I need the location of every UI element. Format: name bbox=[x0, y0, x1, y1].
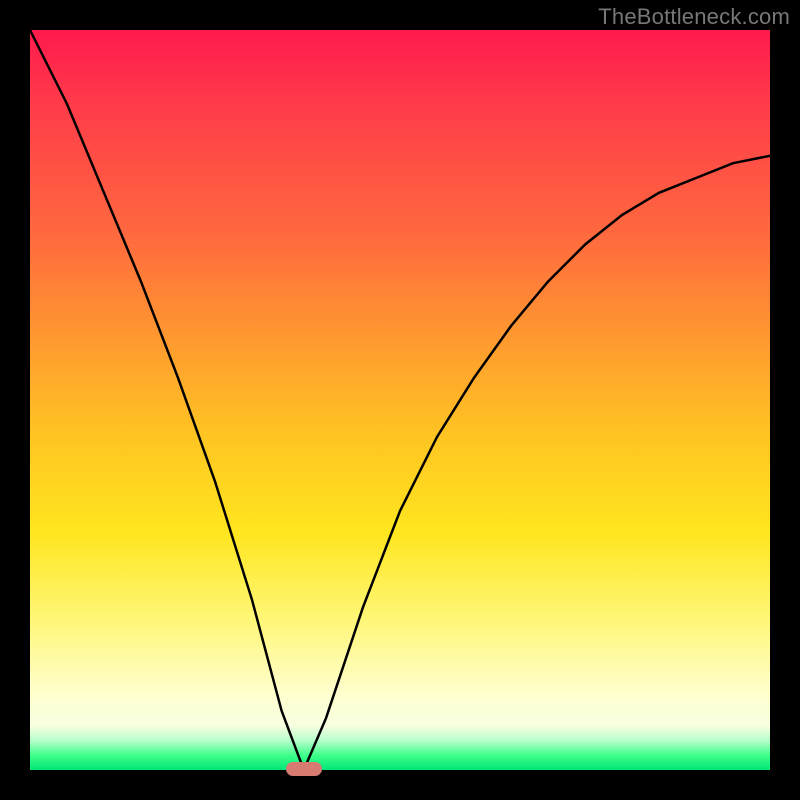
watermark-text: TheBottleneck.com bbox=[598, 4, 790, 30]
curve-path bbox=[30, 30, 770, 770]
bottleneck-curve bbox=[30, 30, 770, 770]
minimum-marker bbox=[286, 762, 322, 776]
plot-area bbox=[30, 30, 770, 770]
chart-frame: TheBottleneck.com bbox=[0, 0, 800, 800]
